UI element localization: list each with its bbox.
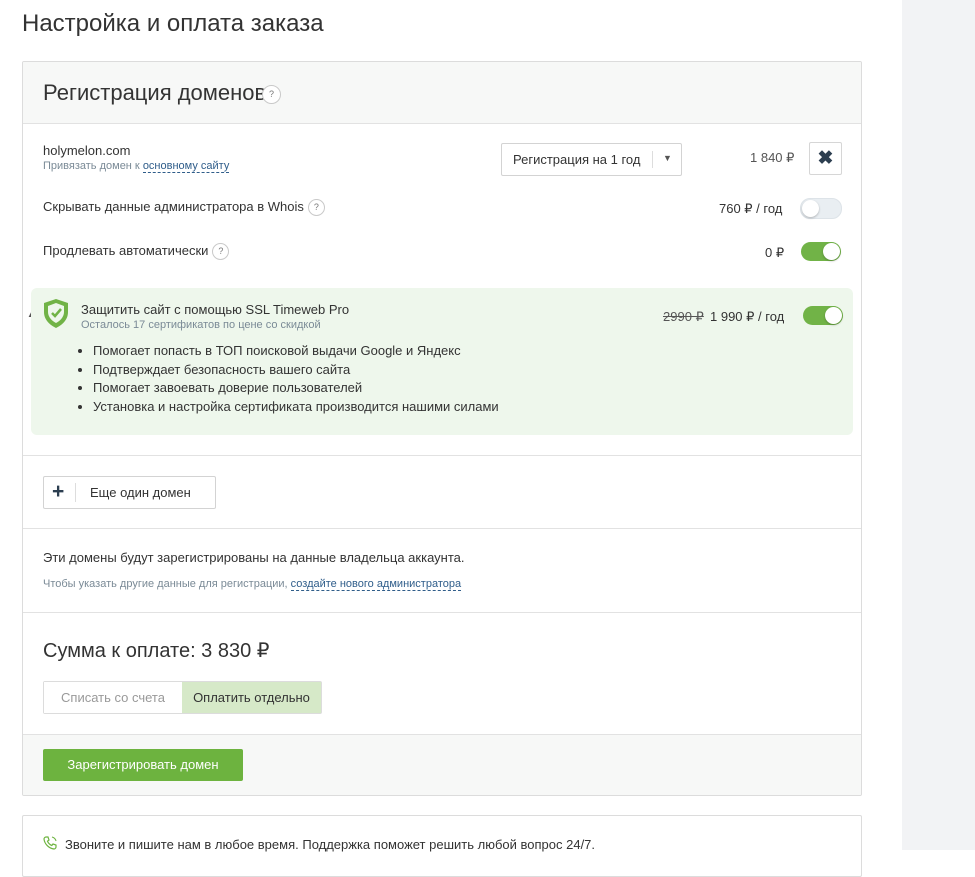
create-admin-link[interactable]: создайте нового администратора: [290, 578, 462, 591]
autorenew-price: 0 ₽: [765, 245, 785, 260]
card-footer: Зарегистрировать домен: [23, 734, 861, 795]
total-amount: Сумма к оплате: 3 830 ₽: [43, 640, 270, 662]
divider: [23, 455, 861, 456]
list-item: Помогает завоевать доверие пользователей: [93, 379, 499, 398]
ssl-old-price: 2990 ₽: [663, 309, 704, 324]
select-divider: [652, 151, 653, 168]
page-title: Настройка и оплата заказа: [22, 10, 324, 37]
autorenew-toggle[interactable]: [801, 242, 841, 261]
bind-domain-prefix: Привязать домен к: [43, 160, 143, 172]
registration-period-select[interactable]: Регистрация на 1 год ▼: [501, 143, 682, 176]
hide-whois-label: Скрывать данные администратора в Whois: [43, 199, 304, 214]
divider: [23, 528, 861, 529]
ssl-subtitle: Осталось 17 сертификатов по цене со скид…: [81, 319, 321, 331]
phone-icon: [43, 836, 57, 850]
autorenew-label: Продлевать автоматически: [43, 243, 209, 258]
help-icon[interactable]: ?: [307, 199, 325, 217]
close-icon: ✖: [817, 148, 834, 169]
support-card: Звоните и пишите нам в любое время. Подд…: [22, 815, 862, 877]
list-item: Подтверждает безопасность вашего сайта: [93, 361, 499, 380]
owner-info-hint: Чтобы указать другие данные для регистра…: [43, 578, 462, 591]
plus-icon: +: [52, 480, 65, 503]
payment-method-switch: Списать со счета Оплатить отдельно: [43, 681, 322, 714]
add-domain-label: Еще один домен: [90, 485, 191, 500]
domain-name: holymelon.com: [43, 143, 131, 158]
toggle-knob: [823, 243, 840, 260]
ssl-offer-panel: Защитить сайт с помощью SSL Timeweb Pro …: [31, 288, 853, 435]
list-item: Помогает попасть в ТОП поисковой выдачи …: [93, 342, 499, 361]
pay-separately-option[interactable]: Оплатить отдельно: [182, 682, 321, 713]
add-domain-button[interactable]: + Еще один домен: [43, 476, 216, 509]
ssl-toggle[interactable]: [803, 306, 843, 325]
list-item: Установка и настройка сертификата произв…: [93, 398, 499, 417]
pay-from-balance-option[interactable]: Списать со счета: [44, 682, 182, 713]
registration-period-value: Регистрация на 1 год: [513, 152, 641, 167]
ssl-title: Защитить сайт с помощью SSL Timeweb Pro: [81, 302, 350, 317]
toggle-knob: [825, 307, 842, 324]
card-header: Регистрация доменов ?: [23, 62, 861, 124]
autorenew-row: Продлевать автоматически?: [43, 243, 230, 261]
owner-info-text: Эти домены будут зарегистрированы на дан…: [43, 550, 465, 565]
divider: [23, 612, 861, 613]
owner-info-hint-prefix: Чтобы указать другие данные для регистра…: [43, 578, 291, 590]
domain-registration-card: Регистрация доменов ? holymelon.com Прив…: [22, 61, 862, 796]
ssl-benefits-list: Помогает попасть в ТОП поисковой выдачи …: [79, 342, 499, 416]
domain-price: 1 840 ₽: [750, 150, 795, 165]
hide-whois-price: 760 ₽ / год: [719, 201, 783, 216]
right-sidebar-background: [902, 0, 975, 850]
help-icon[interactable]: ?: [262, 85, 281, 104]
remove-domain-button[interactable]: ✖: [809, 142, 842, 175]
toggle-knob: [802, 200, 819, 217]
button-divider: [75, 483, 76, 502]
help-icon[interactable]: ?: [212, 243, 230, 261]
ssl-new-price: 1 990 ₽ / год: [710, 309, 785, 324]
hide-whois-row: Скрывать данные администратора в Whois?: [43, 199, 325, 217]
register-domain-button[interactable]: Зарегистрировать домен: [43, 749, 243, 781]
bind-domain-hint: Привязать домен к основному сайту: [43, 160, 230, 173]
dropdown-arrow-icon: ▼: [663, 153, 672, 163]
section-title: Регистрация доменов: [43, 80, 267, 105]
main-site-link[interactable]: основному сайту: [142, 160, 230, 173]
hide-whois-toggle[interactable]: [800, 198, 842, 219]
shield-icon: [44, 299, 68, 328]
